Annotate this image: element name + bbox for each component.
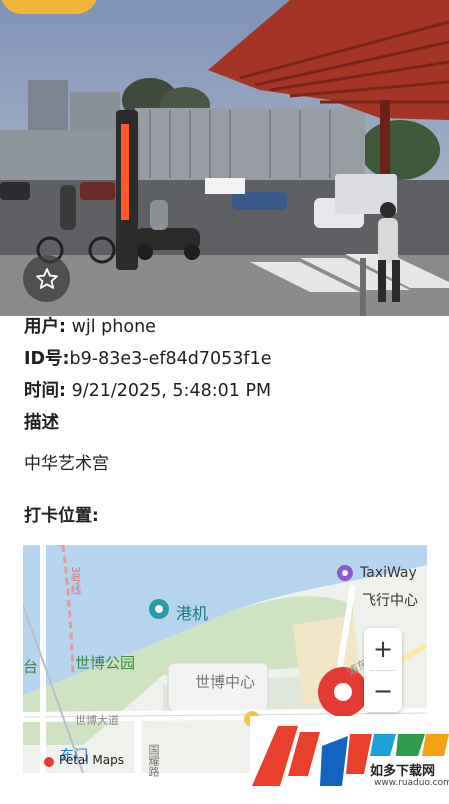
- zoom-control: + −: [364, 628, 402, 712]
- map-attribution: Petal Maps: [59, 753, 124, 767]
- user-line: 用户: wjl phone: [24, 315, 156, 339]
- park-label: 世博公园: [75, 654, 136, 672]
- poi-airport[interactable]: 港机: [176, 600, 208, 624]
- airport-icon: [148, 598, 170, 624]
- partial-label: 台: [23, 658, 39, 676]
- time-line: 时间: 9/21/2025, 5:48:01 PM: [24, 379, 271, 403]
- description-text: 中华艺术宫: [24, 454, 109, 474]
- user-label: 用户:: [24, 317, 66, 337]
- user-value: wjl phone: [66, 317, 156, 337]
- id-value: b9-83e3-ef84d7053f1e: [69, 349, 272, 369]
- poi-icon: [336, 564, 354, 586]
- zoom-out-button[interactable]: −: [364, 670, 402, 712]
- checkin-photo[interactable]: [0, 0, 449, 316]
- favorite-button[interactable]: [23, 255, 70, 302]
- star-outline-icon: [35, 267, 59, 291]
- poi-taxiway[interactable]: TaxiWay: [360, 565, 417, 581]
- road-label: 世博大道: [75, 714, 119, 727]
- watermark-subtitle: 如多下载网: [370, 764, 436, 779]
- poi-flight-center[interactable]: 飞行中心: [362, 590, 418, 610]
- zoom-in-button[interactable]: +: [364, 628, 402, 670]
- top-badge: [0, 0, 98, 14]
- watermark-url: www.ruaduo.com: [374, 778, 449, 788]
- time-label: 时间:: [24, 381, 66, 401]
- location-label: 打卡位置:: [24, 506, 99, 526]
- petal-logo-icon: [43, 756, 55, 772]
- metro-line-label: 3号线: [69, 566, 82, 595]
- id-line: ID号:b9-83e3-ef84d7053f1e: [24, 347, 272, 371]
- center-label: 世博中心: [195, 673, 256, 691]
- description-label: 描述: [24, 413, 59, 433]
- watermark-logo: 如多下载网 www.ruaduo.com: [250, 716, 449, 800]
- id-label: ID号:: [24, 349, 70, 369]
- vertical-road-label: 国耀路: [147, 744, 160, 777]
- time-value: 9/21/2025, 5:48:01 PM: [66, 381, 272, 401]
